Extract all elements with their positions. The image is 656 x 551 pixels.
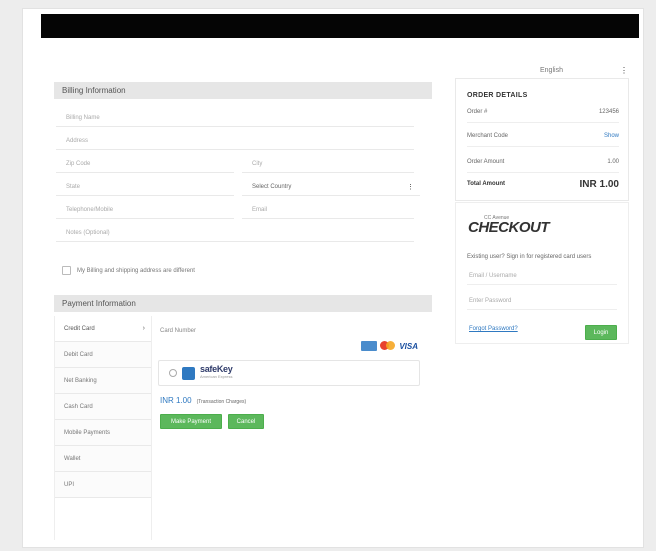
header-bar [41, 14, 639, 38]
tab-label: Mobile Payments [64, 429, 111, 436]
tab-wallet[interactable]: Wallet [55, 446, 151, 472]
city-placeholder: City [252, 161, 263, 167]
shipping-checkbox-label: My Billing and shipping address are diff… [77, 267, 195, 274]
billing-header: Billing Information [54, 82, 432, 99]
safekey-sub: American Express [200, 374, 233, 379]
order-row: Order Amount 1.00 [467, 151, 619, 173]
billing-title: Billing Information [62, 86, 126, 95]
order-row-value: 123456 [598, 108, 619, 115]
make-payment-button[interactable]: Make Payment [160, 414, 222, 429]
notes-field[interactable]: Notes (Optional) [56, 225, 414, 242]
tab-label: Net Banking [64, 377, 97, 384]
login-password-placeholder: Enter Password [469, 298, 512, 304]
tab-upi[interactable]: UPI [55, 472, 151, 498]
tab-mobile-payments[interactable]: Mobile Payments [55, 420, 151, 446]
visa-logo-icon: VISA [399, 341, 418, 351]
country-select[interactable]: Select Country ⋮ [242, 179, 420, 196]
order-row: Merchant Code Show [467, 125, 619, 147]
login-email-input[interactable]: Email / Username [467, 268, 617, 285]
order-row: Order # 123456 [467, 101, 619, 123]
login-password-input[interactable]: Enter Password [467, 293, 617, 310]
order-row-value: 1.00 [607, 158, 619, 165]
chevron-down-icon: ⋮ [407, 184, 414, 191]
order-total-label: Total Amount [467, 181, 505, 187]
credit-card-panel: Card Number VISA safeKey American Expres… [151, 316, 434, 540]
card-option[interactable]: safeKey American Express [158, 360, 420, 386]
mastercard-logo-icon [380, 341, 396, 351]
order-row-label: Merchant Code [467, 132, 509, 139]
safekey-brand: safeKey [200, 364, 233, 374]
billing-name-placeholder: Billing Name [66, 115, 100, 121]
payment-panel: Credit Card › Debit Card Net Banking Cas… [54, 316, 433, 540]
language-select[interactable]: English ⋮ [540, 63, 628, 77]
shipping-checkbox[interactable] [62, 266, 71, 275]
tab-net-banking[interactable]: Net Banking [55, 368, 151, 394]
payment-title: Payment Information [62, 299, 136, 308]
forgot-password-link[interactable]: Forgot Password? [469, 326, 518, 332]
tab-debit-card[interactable]: Debit Card [55, 342, 151, 368]
zip-placeholder: Zip Code [66, 161, 91, 167]
order-total-value: INR 1.00 [579, 178, 619, 190]
language-label: English [540, 66, 563, 74]
shipping-different-row[interactable]: My Billing and shipping address are diff… [62, 266, 195, 275]
tab-cash-card[interactable]: Cash Card [55, 394, 151, 420]
card-logos: VISA [361, 341, 418, 351]
tab-label: Credit Card [64, 325, 95, 332]
payment-amount-note: (Transaction Charges) [196, 399, 247, 405]
state-placeholder: State [66, 184, 81, 190]
billing-name-field[interactable]: Billing Name [56, 110, 414, 127]
safekey-logo: safeKey American Express [200, 364, 233, 381]
checkout-logo-name: CHECKOUT [468, 219, 550, 236]
card-number-label: Card Number [160, 328, 197, 334]
email-field[interactable]: Email [242, 202, 414, 219]
payment-header: Payment Information [54, 295, 432, 312]
order-row-label: Order # [467, 108, 488, 115]
chevron-down-icon: ⋮ [620, 65, 628, 75]
amex-logo-icon [361, 341, 378, 351]
address-field[interactable]: Address [56, 133, 414, 150]
amex-icon [182, 366, 195, 380]
tab-label: UPI [64, 481, 75, 488]
login-button[interactable]: Login [585, 325, 617, 340]
telephone-field[interactable]: Telephone/Mobile [56, 202, 234, 219]
cancel-button[interactable]: Cancel [228, 414, 264, 429]
country-value: Select Country [252, 184, 292, 190]
payment-amount-line: INR 1.00 (Transaction Charges) [160, 396, 246, 405]
email-placeholder: Email [252, 207, 268, 213]
address-placeholder: Address [66, 138, 89, 144]
tab-label: Wallet [64, 455, 81, 462]
order-details-panel: ORDER DETAILS Order # 123456 Merchant Co… [455, 78, 629, 201]
payment-tabs: Credit Card › Debit Card Net Banking Cas… [55, 316, 151, 498]
payment-amount: INR 1.00 [160, 396, 192, 405]
tab-label: Cash Card [64, 403, 93, 410]
login-prompt: Existing user? Sign in for registered ca… [467, 254, 592, 260]
order-details-title: ORDER DETAILS [467, 92, 528, 99]
state-field[interactable]: State [56, 179, 234, 196]
notes-placeholder: Notes (Optional) [66, 230, 110, 236]
chevron-right-icon: › [142, 325, 145, 332]
tab-credit-card[interactable]: Credit Card › [55, 316, 151, 342]
telephone-placeholder: Telephone/Mobile [66, 207, 114, 213]
order-row-label: Order Amount [467, 158, 505, 165]
checkout-logo: CC Avenue CHECKOUT [468, 214, 550, 236]
merchant-show-link[interactable]: Show [604, 133, 619, 139]
login-panel: CC Avenue CHECKOUT Existing user? Sign i… [455, 202, 629, 344]
tab-label: Debit Card [64, 351, 93, 358]
city-field[interactable]: City [242, 156, 414, 173]
card-radio[interactable] [169, 369, 177, 377]
zip-field[interactable]: Zip Code [56, 156, 234, 173]
order-total-row: Total Amount INR 1.00 [467, 173, 619, 195]
login-email-placeholder: Email / Username [469, 273, 517, 279]
